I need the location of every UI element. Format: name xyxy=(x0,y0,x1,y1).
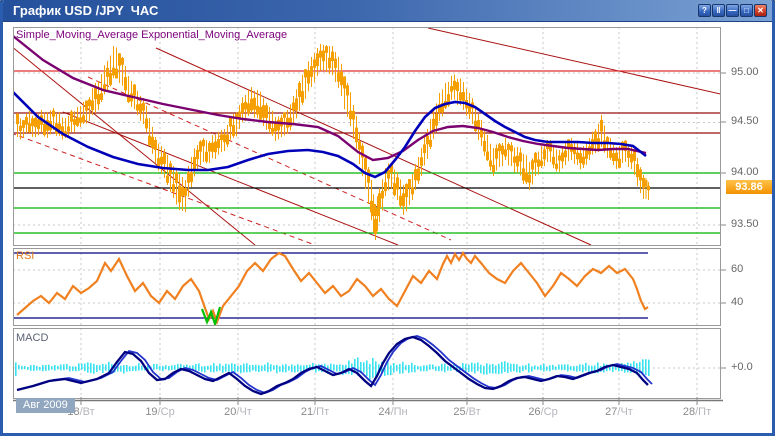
chart-window: График USD /JPY ЧАС ? ‖ — □ ✕ 95.00 94.50… xyxy=(0,0,775,436)
chart-plot-area[interactable] xyxy=(3,0,775,436)
